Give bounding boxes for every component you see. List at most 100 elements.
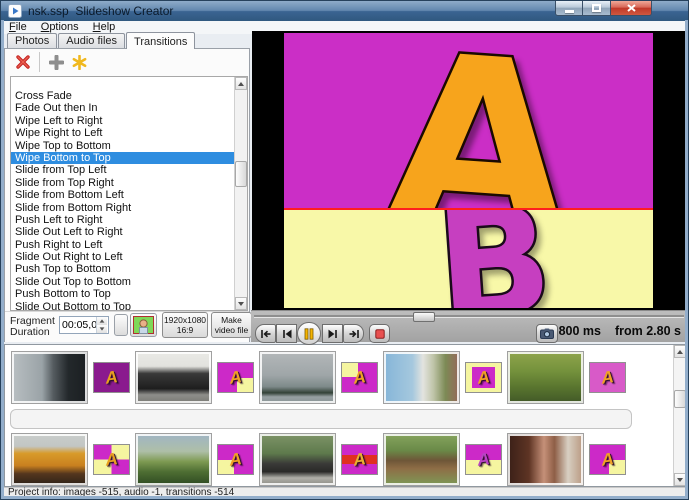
transition-list-items: Cross FadeFade Out then InWipe Left to R… — [11, 90, 234, 311]
elapsed-time-label: 800 ms — [559, 324, 601, 338]
close-button[interactable] — [610, 1, 652, 16]
up-arrow-icon — [677, 350, 683, 354]
transition-item-push-bottom-to-top[interactable]: Push Bottom to Top — [11, 288, 234, 300]
thumbnail-photo-sunflower-couple[interactable] — [507, 351, 584, 404]
stop-button[interactable] — [369, 324, 390, 343]
thumbnail-photo-park-locomotive[interactable] — [259, 433, 336, 486]
timeline-scrollbar[interactable] — [673, 345, 686, 486]
transition-item-slide-from-top-left[interactable]: Slide from Top Left — [11, 164, 234, 176]
seek-slider-track[interactable] — [254, 315, 684, 318]
preview-frame-button[interactable] — [130, 313, 157, 337]
maximize-button[interactable] — [583, 1, 610, 16]
thumbnail-transition-magenta-a-corner-br-2[interactable]: A — [589, 444, 626, 475]
transition-item-push-right-to-left[interactable]: Push Right to Left — [11, 239, 234, 251]
resolution-line1: 1920x1080 — [164, 315, 206, 325]
transition-item-wipe-right-to-left[interactable]: Wipe Right to Left — [11, 127, 234, 139]
transitions-panel: Cross FadeFade Out then InWipe Left to R… — [4, 48, 250, 342]
step-back-icon — [281, 329, 293, 339]
transition-item-wipe-left-to-right[interactable]: Wipe Left to Right — [11, 115, 234, 127]
transition-list-scrollbar[interactable] — [234, 77, 247, 310]
minimize-button[interactable] — [555, 1, 583, 16]
skip-to-end-icon — [348, 329, 360, 339]
thumbnail-transition-pink-a[interactable]: A — [589, 362, 626, 393]
tab-audio-files[interactable]: Audio files — [58, 33, 125, 48]
thumbnail-transition-checker-a[interactable]: A — [93, 444, 130, 475]
transition-letter: A — [93, 362, 130, 393]
thumbnail-photo-orange-tank-train[interactable] — [11, 433, 88, 486]
thumbnail-photo-cloudy-lake[interactable] — [259, 351, 336, 404]
thumbnail-transition-magenta-a-red-stripe[interactable]: A — [341, 444, 378, 475]
transition-item-fade-out-then-in[interactable]: Fade Out then In — [11, 102, 234, 114]
tab-photos[interactable]: Photos — [7, 33, 57, 48]
transition-item-slide-out-left-to-right[interactable]: Slide Out Left to Right — [11, 226, 234, 238]
new-transition-button[interactable] — [70, 53, 88, 71]
thumbnail-transition-half-yellow-a[interactable]: A — [465, 444, 502, 475]
transition-item-push-top-to-bottom[interactable]: Push Top to Bottom — [11, 263, 234, 275]
transition-item-push-left-to-right[interactable]: Push Left to Right — [11, 214, 234, 226]
timeline-scroll-up[interactable] — [674, 345, 686, 358]
pause-icon — [304, 328, 314, 340]
thumbnail-transition-magenta-a-corner-bl[interactable]: A — [217, 444, 254, 475]
maximize-icon — [592, 4, 601, 12]
timeline-scroll-thumb[interactable] — [674, 390, 686, 408]
up-arrow-icon — [238, 82, 244, 86]
video-frame: A B — [284, 33, 653, 308]
blank-button[interactable] — [114, 314, 128, 336]
preview-letter-b: B — [431, 210, 557, 308]
transition-item-cross-fade[interactable]: Cross Fade — [11, 90, 234, 102]
scroll-thumb[interactable] — [235, 161, 247, 187]
transition-item-slide-out-top-to-bottom[interactable]: Slide Out Top to Bottom — [11, 276, 234, 288]
skip-to-end-button[interactable] — [343, 324, 364, 343]
thumbnail-photo-indoor-couple[interactable] — [507, 433, 584, 486]
thumbnail-photo-museum-interior[interactable] — [11, 351, 88, 404]
spin-down-icon — [100, 327, 105, 330]
minimize-icon — [565, 10, 574, 13]
down-arrow-icon — [238, 302, 244, 306]
transition-item-wipe-bottom-to-top[interactable]: Wipe Bottom to Top — [11, 152, 234, 164]
seek-slider-handle[interactable] — [413, 312, 435, 322]
transition-item-slide-out-bottom-to-top[interactable]: Slide Out Bottom to Top — [11, 301, 234, 311]
thumbnail-photo-steam-locomotive[interactable] — [135, 351, 212, 404]
thumbnail-photo-grass-field[interactable] — [135, 433, 212, 486]
thumbnail-transition-magenta-a-corner-br[interactable]: A — [217, 362, 254, 393]
transition-item-wipe-top-to-bottom[interactable]: Wipe Top to Bottom — [11, 140, 234, 152]
tab-transitions[interactable]: Transitions — [126, 32, 195, 49]
thumbnail-transition-magenta-a-corner-tl[interactable]: A — [341, 362, 378, 393]
make-video-file-button[interactable]: Make video file — [211, 312, 252, 338]
scroll-up-arrow[interactable] — [235, 77, 247, 90]
stop-icon — [375, 329, 385, 339]
scroll-down-arrow[interactable] — [235, 297, 247, 310]
transition-letter: A — [341, 444, 378, 475]
timeline-scroll-down[interactable] — [674, 473, 686, 486]
transition-item-slide-out-right-to-left[interactable]: Slide Out Right to Left — [11, 251, 234, 263]
transition-item-slide-from-bottom-right[interactable]: Slide from Bottom Right — [11, 202, 234, 214]
transition-letter: A — [465, 444, 502, 475]
preview-area: A B — [252, 31, 687, 310]
down-arrow-icon — [677, 478, 683, 482]
transition-item-slide-from-bottom-left[interactable]: Slide from Bottom Left — [11, 189, 234, 201]
slide-b-region: B — [284, 210, 653, 308]
snapshot-button[interactable] — [536, 324, 558, 343]
duration-input[interactable] — [60, 319, 96, 331]
resolution-button[interactable]: 1920x1080 16:9 — [162, 312, 208, 338]
from-time-label: from 2.80 s — [615, 324, 681, 338]
transition-item-slide-from-top-right[interactable]: Slide from Top Right — [11, 177, 234, 189]
delete-x-icon — [15, 54, 31, 70]
skip-to-start-button[interactable] — [255, 324, 276, 343]
spin-up-button[interactable] — [97, 317, 107, 325]
make-video-line1: Make — [221, 315, 242, 325]
status-bar: Project info: images -515, audio -1, tra… — [4, 487, 687, 498]
step-back-button[interactable] — [276, 324, 297, 343]
thumbnail-photo-rotated-street[interactable] — [383, 351, 460, 404]
step-forward-button[interactable] — [322, 324, 343, 343]
make-video-line2: video file — [215, 325, 249, 335]
pause-button[interactable] — [297, 322, 321, 345]
spin-down-button[interactable] — [97, 325, 107, 333]
skip-to-start-icon — [260, 329, 272, 339]
transition-list: Cross FadeFade Out then InWipe Left to R… — [10, 76, 248, 311]
thumbnail-photo-deer-under-tree[interactable] — [383, 433, 460, 486]
delete-transition-button[interactable] — [14, 53, 32, 71]
add-transition-button[interactable] — [47, 53, 65, 71]
thumbnail-transition-yellow-center-square-a[interactable]: A — [465, 362, 502, 393]
thumbnail-transition-dark-purple-a[interactable]: A — [93, 362, 130, 393]
